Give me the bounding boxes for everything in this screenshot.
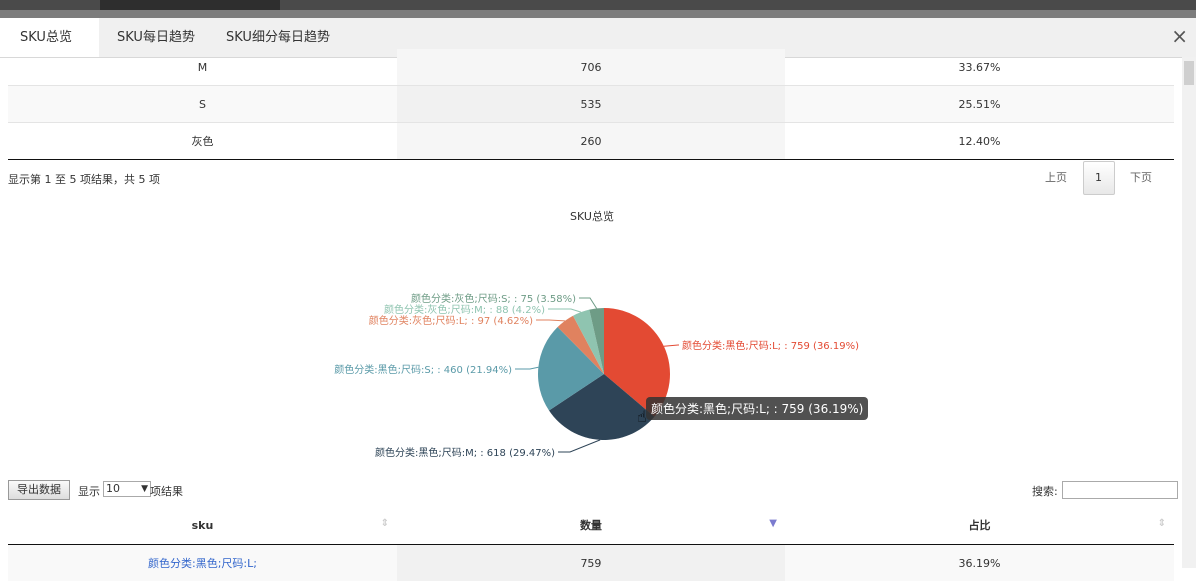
ratio-cell: 33.67% [785,49,1174,86]
sku-cell: M [8,49,397,86]
count-cell: 260 [397,123,785,160]
table-row: 灰色 260 12.40% [8,123,1174,160]
ratio-cell: 25.51% [785,86,1174,123]
sku-header-label: sku [192,519,214,532]
ratio-cell: 36.19% [785,545,1174,581]
sku-summary-table: sku ⇕ 数量 ▼ 占比 ⇕ 颜色分类:黑色;尺码:L; 759 36.19% [8,506,1174,581]
export-data-button[interactable]: 导出数据 [8,480,70,500]
dropdown-arrow-icon: ▼ [141,482,148,496]
sku-cell: S [8,86,397,123]
sort-both-icon: ⇕ [381,518,389,529]
vertical-scrollbar[interactable] [1182,57,1196,568]
scrollbar-thumb[interactable] [1184,61,1194,85]
pie-label: 颜色分类:黑色;尺码:M; : 618 (29.47%) [375,446,555,459]
pie-label-line [664,345,679,346]
pie-label: 颜色分类:黑色;尺码:S; : 460 (21.94%) [334,363,512,376]
page-length-value: 10 [106,482,120,495]
pie-label-line [579,298,597,308]
table-row: S 535 25.51% [8,86,1174,123]
sku-cell: 灰色 [8,123,397,160]
background-window-strip [0,0,1196,18]
pie-label: 颜色分类:灰色;尺码:S; : 75 (3.58%) [411,292,576,305]
table-row: M 706 33.67% [8,49,1174,86]
count-cell: 706 [397,49,785,86]
chart-tooltip: 颜色分类:黑色;尺码:L; : 759 (36.19%) [646,397,868,420]
pie-label: 颜色分类:黑色;尺码:L; : 759 (36.19%) [682,339,859,352]
search-label: 搜索: [1032,483,1058,499]
background-divider [0,10,1196,18]
sku-cell: 颜色分类:黑色;尺码:L; [8,545,397,581]
table-header-row: sku ⇕ 数量 ▼ 占比 ⇕ [8,506,1174,545]
close-icon[interactable]: × [1171,26,1188,46]
count-cell: 535 [397,86,785,123]
length-prefix-label: 显示 [78,483,100,499]
pie-chart: 颜色分类:黑色;尺码:L; : 759 (36.19%) 颜色分类:黑色;尺码:M… [0,190,1180,480]
sort-desc-icon: ▼ [769,518,777,529]
count-cell: 759 [397,545,785,581]
pie-label-line [536,320,565,321]
hand-cursor-icon: ☝ [637,409,647,425]
pie-label-line [515,367,538,369]
table-row: 颜色分类:黑色;尺码:L; 759 36.19% [8,545,1174,581]
table-controls: 导出数据 显示 10 ▼ 项结果 搜索: [8,480,1174,500]
pie-label-line [548,309,581,312]
ratio-header-label: 占比 [968,519,990,532]
search-input[interactable] [1062,481,1178,499]
count-column-header[interactable]: 数量 ▼ [397,506,785,545]
sku-column-header[interactable]: sku ⇕ [8,506,397,545]
sort-both-icon: ⇕ [1158,518,1166,529]
length-suffix-label: 项结果 [150,483,183,499]
count-header-label: 数量 [580,519,602,532]
sku-summary-table-top: M 706 33.67% S 535 25.51% 灰色 260 12.40% [8,49,1174,160]
pie-label-line [558,440,600,452]
ratio-cell: 12.40% [785,123,1174,160]
sku-link[interactable]: 颜色分类:黑色;尺码:L; [148,557,257,570]
page-length-select[interactable]: 10 ▼ [103,481,151,497]
ratio-column-header[interactable]: 占比 ⇕ [785,506,1174,545]
background-thumbnail [100,0,280,10]
table-info-text: 显示第 1 至 5 项结果，共 5 项 [8,171,160,187]
